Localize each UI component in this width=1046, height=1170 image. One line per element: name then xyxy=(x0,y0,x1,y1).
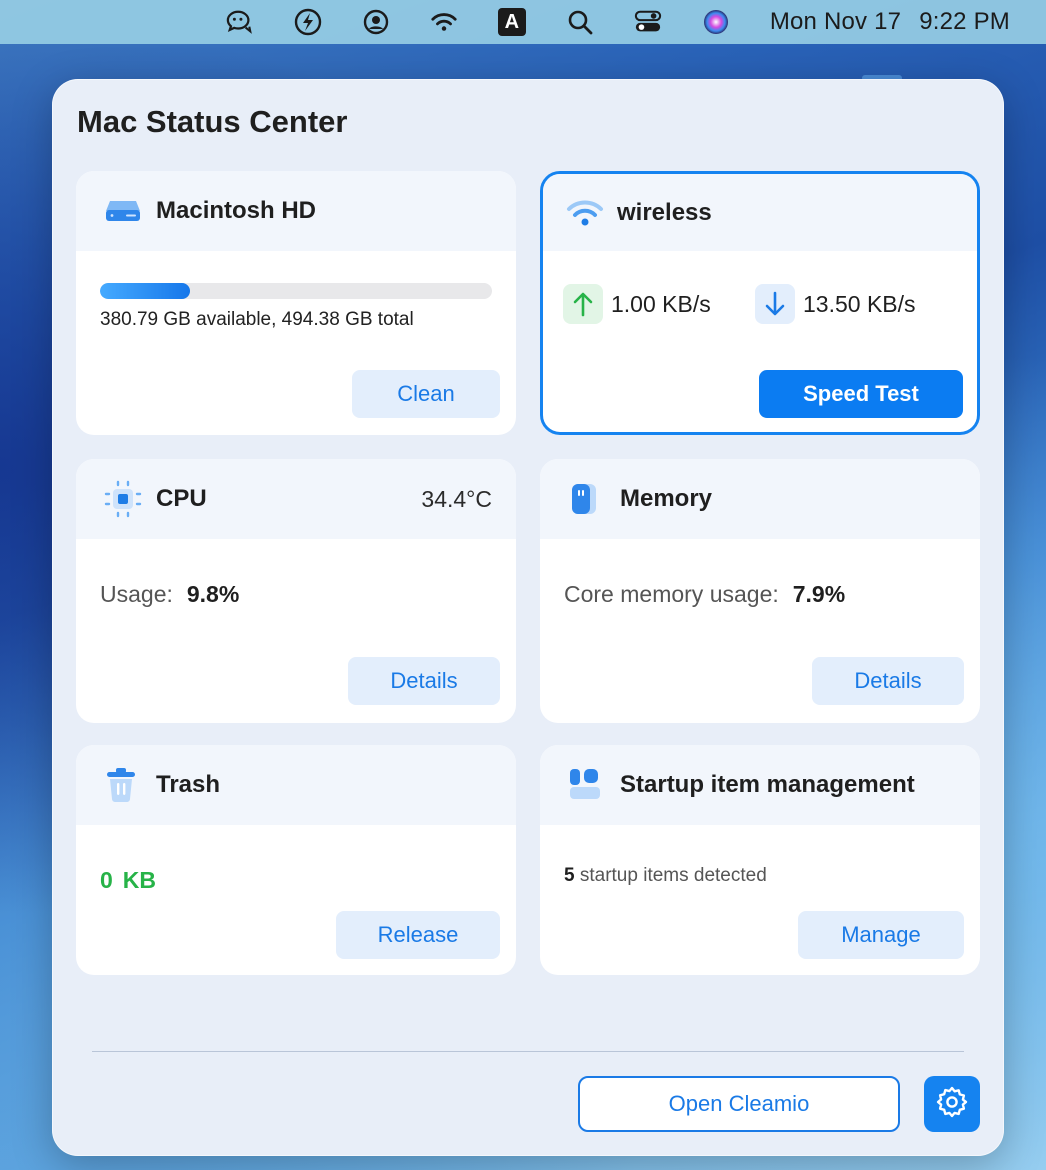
speed-test-button[interactable]: Speed Test xyxy=(759,370,963,418)
disk-title: Macintosh HD xyxy=(156,197,317,224)
startup-summary: 5 startup items detected xyxy=(564,865,767,887)
wireless-card: wireless 1.00 KB/s 13.50 KB/s Speed Test xyxy=(540,171,980,435)
trash-card: Trash 0 KB Release xyxy=(76,745,516,975)
release-button[interactable]: Release xyxy=(336,911,500,959)
trash-size: 0 KB xyxy=(100,867,156,894)
cpu-usage-value: 9.8% xyxy=(186,581,240,607)
cpu-usage-label: Usage: xyxy=(100,581,173,607)
cpu-details-button[interactable]: Details xyxy=(348,657,500,705)
cpu-card-body: Usage: 9.8% Details xyxy=(76,539,516,723)
trash-size-unit: KB xyxy=(122,867,157,893)
download-speed-value: 13.50 KB/s xyxy=(803,290,916,317)
cpu-chip-icon xyxy=(104,480,146,518)
control-center-icon[interactable] xyxy=(634,8,662,36)
startup-detected-text: startup items detected xyxy=(579,865,767,886)
upload-arrow-icon xyxy=(563,284,603,324)
cpu-temperature: 34.4°C xyxy=(421,485,492,512)
startup-card-body: 5 startup items detected Manage xyxy=(540,825,980,975)
download-arrow-icon xyxy=(755,284,795,324)
wireless-card-body: 1.00 KB/s 13.50 KB/s Speed Test xyxy=(543,251,977,432)
disk-usage-fill xyxy=(100,283,191,299)
memory-usage-value: 7.9% xyxy=(792,581,846,607)
wechat-icon[interactable] xyxy=(226,8,254,36)
open-cleamio-button[interactable]: Open Cleamio xyxy=(578,1076,900,1132)
trash-card-header: Trash xyxy=(76,745,516,825)
memory-usage-label: Core memory usage: xyxy=(564,581,779,607)
memory-card: Memory Core memory usage: 7.9% Details xyxy=(540,459,980,723)
menu-bar-clock[interactable]: Mon Nov 17 9:22 PM xyxy=(770,8,1010,36)
input-source-icon[interactable]: A xyxy=(497,8,526,36)
trash-icon xyxy=(104,767,146,803)
gear-icon xyxy=(935,1085,969,1124)
wireless-title: wireless xyxy=(617,198,712,226)
wifi-icon[interactable] xyxy=(430,8,458,36)
menu-bar: A Mon Nov 17 9:22 PM xyxy=(0,0,1046,44)
hard-drive-icon xyxy=(104,193,146,229)
upload-speed-value: 1.00 KB/s xyxy=(611,290,711,317)
disk-card-header: Macintosh HD xyxy=(76,171,516,251)
memory-card-header: Memory xyxy=(540,459,980,539)
spotlight-search-icon[interactable] xyxy=(566,8,594,36)
trash-title: Trash xyxy=(156,771,221,798)
trash-card-body: 0 KB Release xyxy=(76,825,516,975)
wifi-icon xyxy=(565,195,607,231)
cpu-title: CPU xyxy=(156,485,207,512)
status-center-panel: Mac Status Center Macintosh HD 380.79 GB… xyxy=(52,79,1004,1156)
memory-card-body: Core memory usage: 7.9% Details xyxy=(540,539,980,723)
startup-title: Startup item management xyxy=(620,771,915,798)
cpu-card: CPU 34.4°C Usage: 9.8% Details xyxy=(76,459,516,723)
menu-bar-date: Mon Nov 17 xyxy=(769,8,902,35)
bolt-icon[interactable] xyxy=(294,8,322,36)
startup-card-header: Startup item management xyxy=(540,745,980,825)
wireless-card-header: wireless xyxy=(543,174,977,251)
disk-summary: 380.79 GB available, 494.38 GB total xyxy=(100,309,414,330)
manage-button[interactable]: Manage xyxy=(798,911,964,959)
upload-speed: 1.00 KB/s xyxy=(563,284,711,324)
footer-divider xyxy=(92,1051,964,1052)
clean-button[interactable]: Clean xyxy=(352,370,500,418)
cpu-card-header: CPU 34.4°C xyxy=(76,459,516,539)
settings-button[interactable] xyxy=(924,1076,980,1132)
startup-count: 5 xyxy=(564,865,575,886)
startup-items-icon xyxy=(568,767,610,803)
memory-details-button[interactable]: Details xyxy=(812,657,964,705)
memory-title: Memory xyxy=(620,485,713,512)
siri-icon[interactable] xyxy=(702,8,730,36)
disk-card-body: 380.79 GB available, 494.38 GB total Cle… xyxy=(76,251,516,435)
panel-title: Mac Status Center xyxy=(77,104,348,139)
menu-bar-time: 9:22 PM xyxy=(919,8,1010,35)
memory-usage: Core memory usage: 7.9% xyxy=(564,581,845,608)
disk-card: Macintosh HD 380.79 GB available, 494.38… xyxy=(76,171,516,435)
disk-usage-bar xyxy=(100,283,492,299)
user-circle-icon[interactable] xyxy=(362,8,390,36)
memory-icon xyxy=(568,481,610,517)
cpu-usage: Usage: 9.8% xyxy=(100,581,239,608)
trash-size-value: 0 xyxy=(100,867,113,893)
startup-card: Startup item management 5 startup items … xyxy=(540,745,980,975)
download-speed: 13.50 KB/s xyxy=(755,284,916,324)
